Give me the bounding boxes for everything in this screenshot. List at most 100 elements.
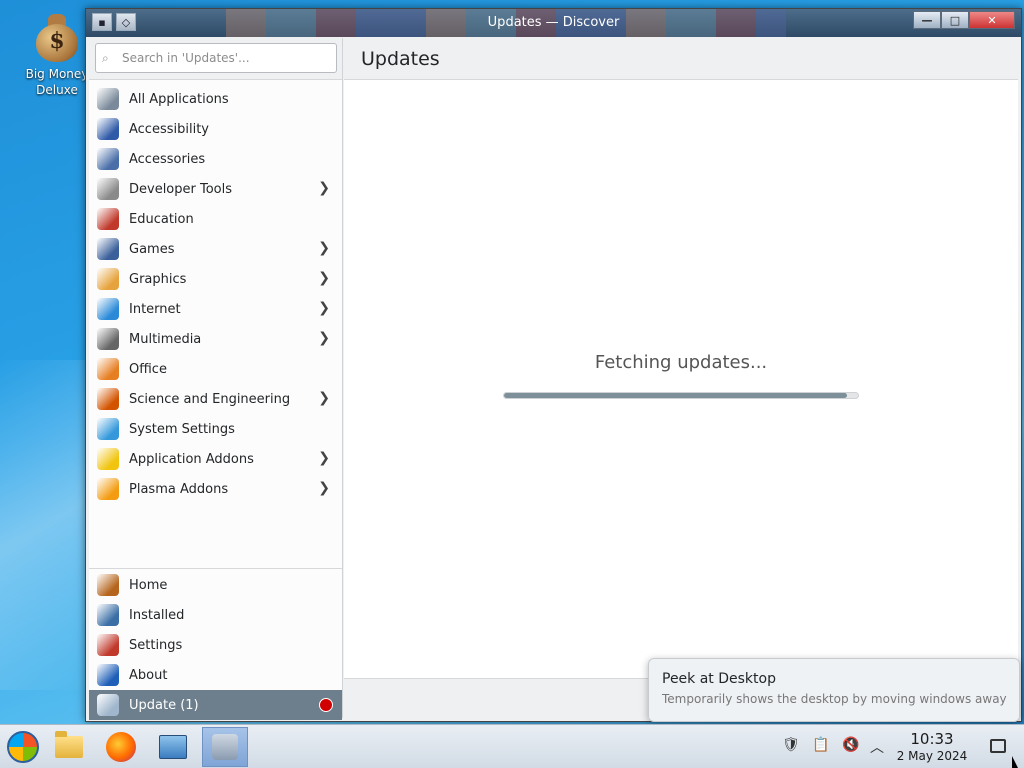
taskbar-firefox[interactable] bbox=[98, 727, 144, 767]
clock[interactable]: 10:33 2 May 2024 bbox=[892, 730, 972, 763]
category-label: Multimedia bbox=[129, 331, 202, 347]
chevron-right-icon: ❯ bbox=[318, 270, 330, 286]
bottom-navigation: Home Installed Settings About Update (1) bbox=[89, 568, 342, 720]
updates-content: Fetching updates... bbox=[344, 80, 1018, 678]
nav-label: Update (1) bbox=[129, 697, 199, 713]
accessibility-icon bbox=[97, 118, 119, 140]
discover-icon bbox=[212, 734, 238, 760]
category-internet[interactable]: Internet ❯ bbox=[89, 294, 342, 324]
category-label: All Applications bbox=[129, 91, 229, 107]
category-list: All Applications Accessibility Accessories… bbox=[89, 80, 342, 504]
clock-time: 10:33 bbox=[910, 730, 954, 748]
category-plasma-addons[interactable]: Plasma Addons ❯ bbox=[89, 474, 342, 504]
category-accessories[interactable]: Accessories bbox=[89, 144, 342, 174]
category-all-applications[interactable]: All Applications bbox=[89, 84, 342, 114]
category-label: Accessibility bbox=[129, 121, 209, 137]
settings-tools-icon bbox=[97, 634, 119, 656]
category-science-and-engineering[interactable]: Science and Engineering ❯ bbox=[89, 384, 342, 414]
category-label: Plasma Addons bbox=[129, 481, 229, 497]
category-office[interactable]: Office bbox=[89, 354, 342, 384]
info-icon bbox=[97, 664, 119, 686]
chevron-right-icon: ❯ bbox=[318, 390, 330, 406]
nav-home[interactable]: Home bbox=[89, 570, 342, 600]
nav-settings[interactable]: Settings bbox=[89, 630, 342, 660]
close-button[interactable]: ✕ bbox=[969, 11, 1015, 29]
window-title: Updates — Discover bbox=[487, 15, 620, 30]
multimedia-icon bbox=[97, 328, 119, 350]
internet-icon bbox=[97, 298, 119, 320]
chevron-right-icon: ❯ bbox=[318, 180, 330, 196]
category-label: Science and Engineering bbox=[129, 391, 291, 407]
system-settings-icon bbox=[97, 418, 119, 440]
updates-tray-icon[interactable]: 🛡 bbox=[782, 737, 800, 753]
category-games[interactable]: Games ❯ bbox=[89, 234, 342, 264]
discover-window: ▪ ◇ Updates — Discover — □ ✕ ⌕ All Appli… bbox=[85, 8, 1022, 722]
mouse-cursor bbox=[1012, 756, 1018, 768]
category-label: Graphics bbox=[129, 271, 187, 287]
taskbar-discover[interactable] bbox=[202, 727, 248, 767]
clipboard-icon[interactable]: 📋 bbox=[812, 737, 829, 753]
category-graphics[interactable]: Graphics ❯ bbox=[89, 264, 342, 294]
science-icon bbox=[97, 388, 119, 410]
start-button[interactable] bbox=[0, 727, 46, 767]
progress-fill bbox=[504, 393, 848, 398]
developer-tools-icon bbox=[97, 178, 119, 200]
chevron-right-icon: ❯ bbox=[318, 240, 330, 256]
category-label: Education bbox=[129, 211, 194, 227]
tray-expand-chevron-icon[interactable]: ︿ bbox=[870, 737, 884, 757]
chevron-right-icon: ❯ bbox=[318, 450, 330, 466]
all-applications-icon bbox=[97, 88, 119, 110]
desktop-wallpaper-glow bbox=[0, 360, 90, 690]
taskbar-system-settings[interactable] bbox=[150, 727, 196, 767]
category-multimedia[interactable]: Multimedia ❯ bbox=[89, 324, 342, 354]
maximize-button[interactable]: □ bbox=[941, 11, 969, 29]
taskbar-file-manager[interactable] bbox=[46, 727, 92, 767]
category-label: Developer Tools bbox=[129, 181, 233, 197]
peek-at-desktop-button[interactable] bbox=[990, 739, 1006, 753]
firefox-icon bbox=[106, 732, 136, 762]
category-education[interactable]: Education bbox=[89, 204, 342, 234]
search-input[interactable] bbox=[122, 51, 322, 65]
games-icon bbox=[97, 238, 119, 260]
application-addons-icon bbox=[97, 448, 119, 470]
chevron-right-icon: ❯ bbox=[318, 480, 330, 496]
minimize-button[interactable]: — bbox=[913, 11, 941, 29]
tooltip-subtitle: Temporarily shows the desktop by moving … bbox=[662, 692, 1007, 706]
accessories-icon bbox=[97, 148, 119, 170]
taskbar: 🛡 📋 🔇 ︿ 10:33 2 May 2024 bbox=[0, 724, 1024, 768]
volume-muted-icon[interactable]: 🔇 bbox=[842, 737, 859, 753]
chevron-right-icon: ❯ bbox=[318, 300, 330, 316]
home-icon bbox=[97, 574, 119, 596]
installed-list-icon bbox=[97, 604, 119, 626]
page-title: Updates bbox=[361, 48, 440, 70]
tooltip-title: Peek at Desktop bbox=[662, 671, 776, 687]
category-system-settings[interactable]: System Settings bbox=[89, 414, 342, 444]
nav-label: Installed bbox=[129, 607, 185, 623]
search-field[interactable]: ⌕ bbox=[95, 43, 337, 73]
category-label: Accessories bbox=[129, 151, 206, 167]
clock-date: 2 May 2024 bbox=[896, 749, 968, 763]
education-icon bbox=[97, 208, 119, 230]
category-label: Games bbox=[129, 241, 175, 257]
update-icon bbox=[97, 694, 119, 716]
window-titlebar[interactable]: ▪ ◇ Updates — Discover — □ ✕ bbox=[86, 9, 1021, 37]
plasma-addons-icon bbox=[97, 478, 119, 500]
peek-desktop-tooltip: Peek at Desktop Temporarily shows the de… bbox=[648, 658, 1020, 722]
sidebar: ⌕ All Applications Accessibility Accessori… bbox=[89, 38, 343, 720]
nav-about[interactable]: About bbox=[89, 660, 342, 690]
chevron-right-icon: ❯ bbox=[318, 330, 330, 346]
category-developer-tools[interactable]: Developer Tools ❯ bbox=[89, 174, 342, 204]
category-label: Internet bbox=[129, 301, 181, 317]
nav-label: Settings bbox=[129, 637, 183, 653]
update-alert-badge-icon bbox=[319, 698, 333, 712]
category-label: System Settings bbox=[129, 421, 235, 437]
category-label: Office bbox=[129, 361, 167, 377]
page-header: Updates bbox=[344, 38, 1018, 80]
folder-icon bbox=[55, 731, 83, 758]
nav-installed[interactable]: Installed bbox=[89, 600, 342, 630]
category-application-addons[interactable]: Application Addons ❯ bbox=[89, 444, 342, 474]
nav-update-1[interactable]: Update (1) bbox=[89, 690, 342, 720]
nav-label: Home bbox=[129, 577, 168, 593]
category-accessibility[interactable]: Accessibility bbox=[89, 114, 342, 144]
fetch-progress-bar bbox=[503, 392, 859, 399]
